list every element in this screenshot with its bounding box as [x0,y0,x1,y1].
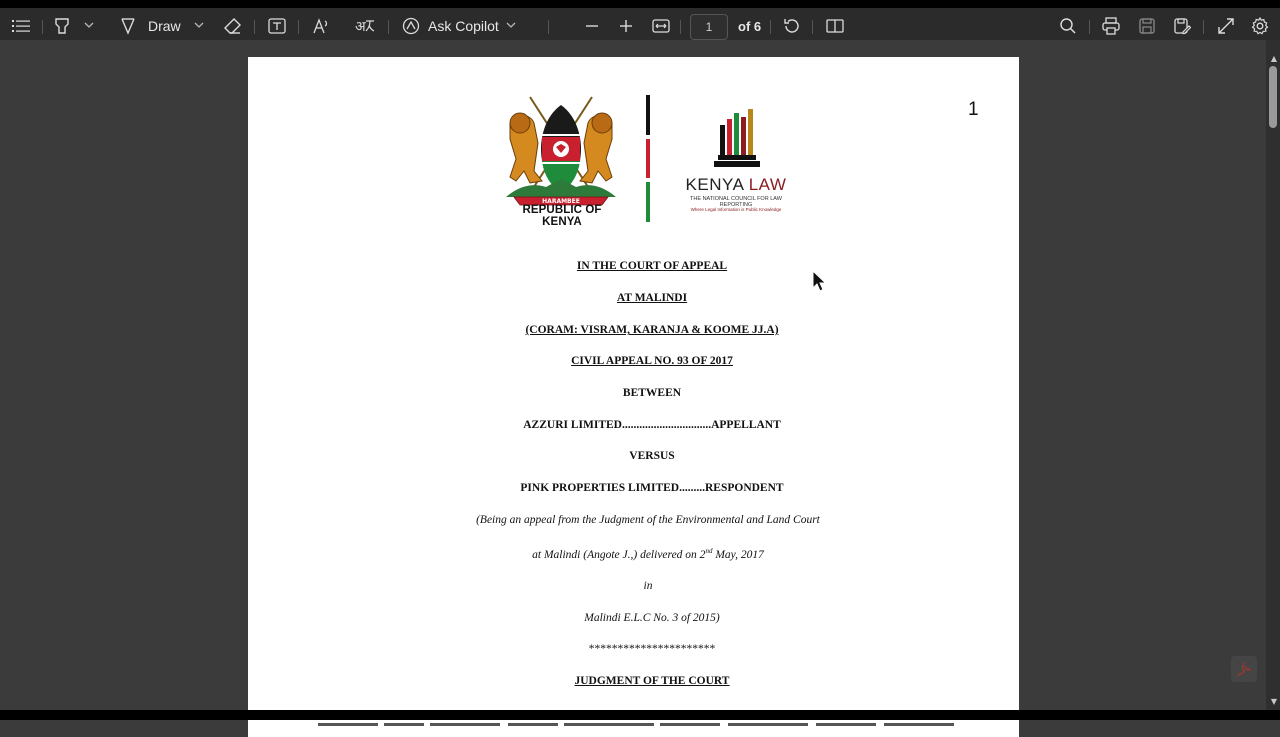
republic-of-kenya-caption: REPUBLIC OF KENYA [522,204,602,228]
appellant-line: AZZURI LIMITED..........................… [523,419,781,431]
scrollbar-thumb[interactable] [1269,66,1277,128]
pdf-page: 1 HARAMBEE REPUBLIC OF KENYA KENYA LAW T… [248,57,1019,737]
copilot-icon[interactable] [402,16,420,36]
zoom-out-icon[interactable] [585,16,599,36]
page-number-mark: 1 [968,99,979,120]
kenya-law-title: KENYA LAW [676,175,796,195]
save-as-icon[interactable] [1173,16,1191,36]
document-viewer[interactable]: 1 HARAMBEE REPUBLIC OF KENYA KENYA LAW T… [0,40,1280,737]
law-word: LAW [748,175,787,194]
appeal-origin-line: (Being an appeal from the Judgment of th… [476,514,820,526]
vertical-scrollbar[interactable] [1266,40,1280,710]
search-icon[interactable] [1059,16,1077,36]
eraser-icon[interactable] [224,16,242,36]
fit-page-icon[interactable] [652,16,670,36]
toolbar-separator [42,20,43,34]
read-aloud-icon[interactable] [312,16,330,36]
draw-chevron-down-icon[interactable] [194,16,204,38]
coram-heading: (CORAM: VISRAM, KARANJA & KOOME JJ.A) [525,324,779,336]
toolbar-separator [770,20,771,34]
rotate-icon[interactable] [783,16,801,36]
respondent-line: PINK PROPERTIES LIMITED.........RESPONDE… [520,482,784,494]
toolbar-separator [1089,20,1090,34]
delivery-text: at Malindi (Angote J.,) delivered on 2 [532,548,706,561]
toolbar: Draw अ Ask Copilot 1 of 6 [0,0,1280,40]
kenya-word: KENYA [685,175,744,194]
judgment-heading: JUDGMENT OF THE COURT [574,675,730,687]
copilot-chevron-down-icon[interactable] [506,16,516,38]
between-label: BETWEEN [622,387,682,399]
page-view-icon[interactable] [826,16,844,36]
pdf-app-icon[interactable] [1231,656,1257,682]
court-heading: IN THE COURT OF APPEAL [576,260,728,272]
versus-label: VERSUS [629,450,675,462]
contents-list-icon[interactable] [12,16,30,36]
ask-copilot-button[interactable]: Ask Copilot [428,18,499,34]
toolbar-separator [812,20,813,34]
appeal-number-heading: CIVIL APPEAL NO. 93 OF 2017 [571,355,733,367]
translate-icon[interactable]: अ [355,16,375,36]
draw-pen-icon[interactable] [120,16,136,36]
logo-divider [646,95,650,222]
location-heading: AT MALINDI [616,292,688,304]
expand-icon[interactable] [1217,16,1235,36]
delivery-date-line: at Malindi (Angote J.,) delivered on 2nd… [248,547,1019,561]
kenya-law-tagline: Where Legal Information is Public Knowle… [690,207,782,212]
settings-gear-icon[interactable] [1251,16,1269,36]
print-icon[interactable] [1102,16,1120,36]
page-total-label: of 6 [738,19,762,34]
toolbar-separator [548,20,549,34]
toolbar-separator [254,20,255,34]
text-box-icon[interactable] [268,16,286,36]
kenya-law-logo-icon [714,109,760,167]
kenya-coat-of-arms-icon: HARAMBEE [506,96,616,206]
toolbar-separator [298,20,299,34]
bottom-edge [0,710,1280,720]
scroll-up-arrow-icon[interactable]: ▲ [1271,54,1277,63]
svg-text:अ: अ [355,19,366,35]
highlight-icon[interactable] [54,16,70,36]
page-number-input[interactable]: 1 [690,14,728,40]
in-label: in [643,580,653,592]
delivery-month: May, 2017 [712,548,764,561]
toolbar-separator [1203,20,1204,34]
toolbar-separator [388,20,389,34]
elc-case-line: Malindi E.L.C No. 3 of 2015) [584,612,720,624]
highlight-chevron-down-icon[interactable] [84,16,94,38]
mouse-cursor-icon [812,270,826,292]
separator-stars: ********************** [588,643,716,655]
save-icon[interactable] [1138,16,1156,36]
draw-button[interactable]: Draw [148,18,181,34]
scroll-down-arrow-icon[interactable]: ▼ [1271,697,1277,706]
zoom-in-icon[interactable] [619,16,633,36]
toolbar-separator [680,20,681,34]
cut-off-text-line [318,723,954,726]
